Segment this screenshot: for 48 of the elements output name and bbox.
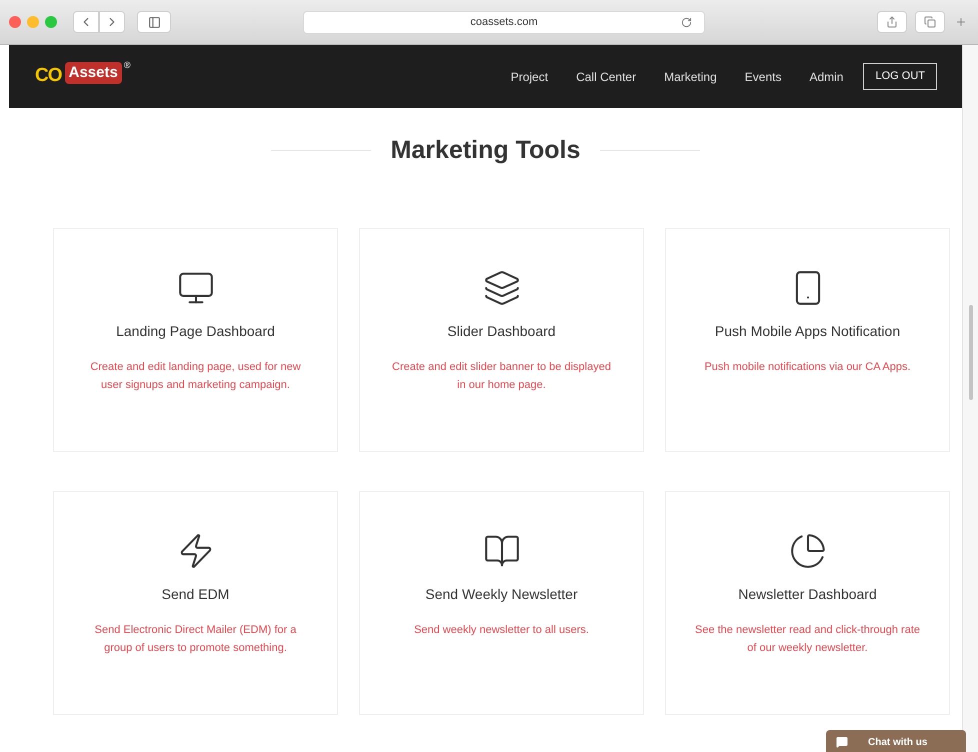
maximize-window-icon[interactable] (45, 16, 57, 28)
tool-description: Create and edit slider banner to be displayed in our home page. (391, 360, 612, 392)
logout-button[interactable]: LOG OUT (863, 63, 937, 90)
tool-description: See the newsletter read and click-through rate of our weekly newsletter. (694, 622, 920, 656)
tool-description: Send Electronic Direct Mailer (EDM) for a group of users to promote something. (94, 622, 298, 656)
tool-card[interactable]: Send Weekly Newsletter Send weekly newsletter to all users. (359, 490, 644, 714)
share-icon (886, 16, 898, 28)
minimize-window-icon[interactable] (27, 16, 39, 28)
registered-mark: ® (124, 59, 130, 72)
nav-link[interactable]: Call Center (576, 68, 636, 86)
chat-button[interactable]: Chat with us (826, 730, 966, 752)
close-window-icon[interactable] (9, 16, 21, 28)
address-text: coassets.com (470, 14, 538, 30)
sidebar-icon (148, 16, 160, 28)
tool-description: Create and edit landing page, used for new user signups and marketing campaign. (89, 360, 302, 392)
scrollbar-thumb[interactable] (969, 305, 973, 400)
tool-title: Slider Dashboard (447, 322, 556, 340)
tool-title: Push Mobile Apps Notification (714, 322, 900, 341)
tool-card[interactable]: Slider Dashboard Create and edit slider banner to be displayed in our home page. (359, 228, 644, 452)
nav-link[interactable]: Marketing (664, 68, 717, 86)
plus-icon (955, 16, 967, 28)
nav-link[interactable]: Events (744, 68, 782, 86)
sidebar-button[interactable] (137, 11, 171, 33)
tool-title: Newsletter Dashboard (738, 584, 877, 604)
address-field[interactable]: coassets.com (303, 10, 705, 34)
nav-link[interactable]: Admin (809, 68, 844, 86)
tool-description: Send weekly newsletter to all users. (414, 622, 589, 638)
tool-title: Send EDM (162, 584, 230, 604)
pie-chart-icon (788, 532, 826, 570)
logo-mark: CO (35, 64, 62, 88)
tool-card[interactable]: Landing Page Dashboard Create and edit landing page, used for new user signups and marketing campaign. (53, 228, 338, 452)
page-heading: Marketing Tools (390, 135, 580, 166)
logo-name: Assets (64, 62, 122, 84)
layers-icon (482, 268, 520, 306)
reload-icon[interactable] (681, 16, 692, 28)
tool-card[interactable]: Send EDM Send Electronic Direct Mailer (EDM) for a group of users to promote something. (53, 490, 338, 714)
tool-card[interactable]: Newsletter Dashboard See the newsletter read and click-through rate of our weekly newsletter. (665, 490, 950, 714)
tool-card[interactable]: Push Mobile Apps Notification Push mobile notifications via our CA Apps. (665, 228, 950, 452)
tool-title: Send Weekly Newsletter (425, 584, 578, 604)
forward-button[interactable] (99, 11, 125, 33)
tabs-icon (924, 16, 936, 28)
chat-icon (836, 736, 848, 748)
tabs-button[interactable] (915, 11, 945, 33)
back-button[interactable] (73, 11, 99, 33)
share-button[interactable] (877, 11, 907, 33)
tool-title: Landing Page Dashboard (116, 322, 275, 341)
nav-link[interactable]: Project (510, 68, 548, 86)
tool-description: Push mobile notifications via our CA Apps. (704, 360, 911, 374)
